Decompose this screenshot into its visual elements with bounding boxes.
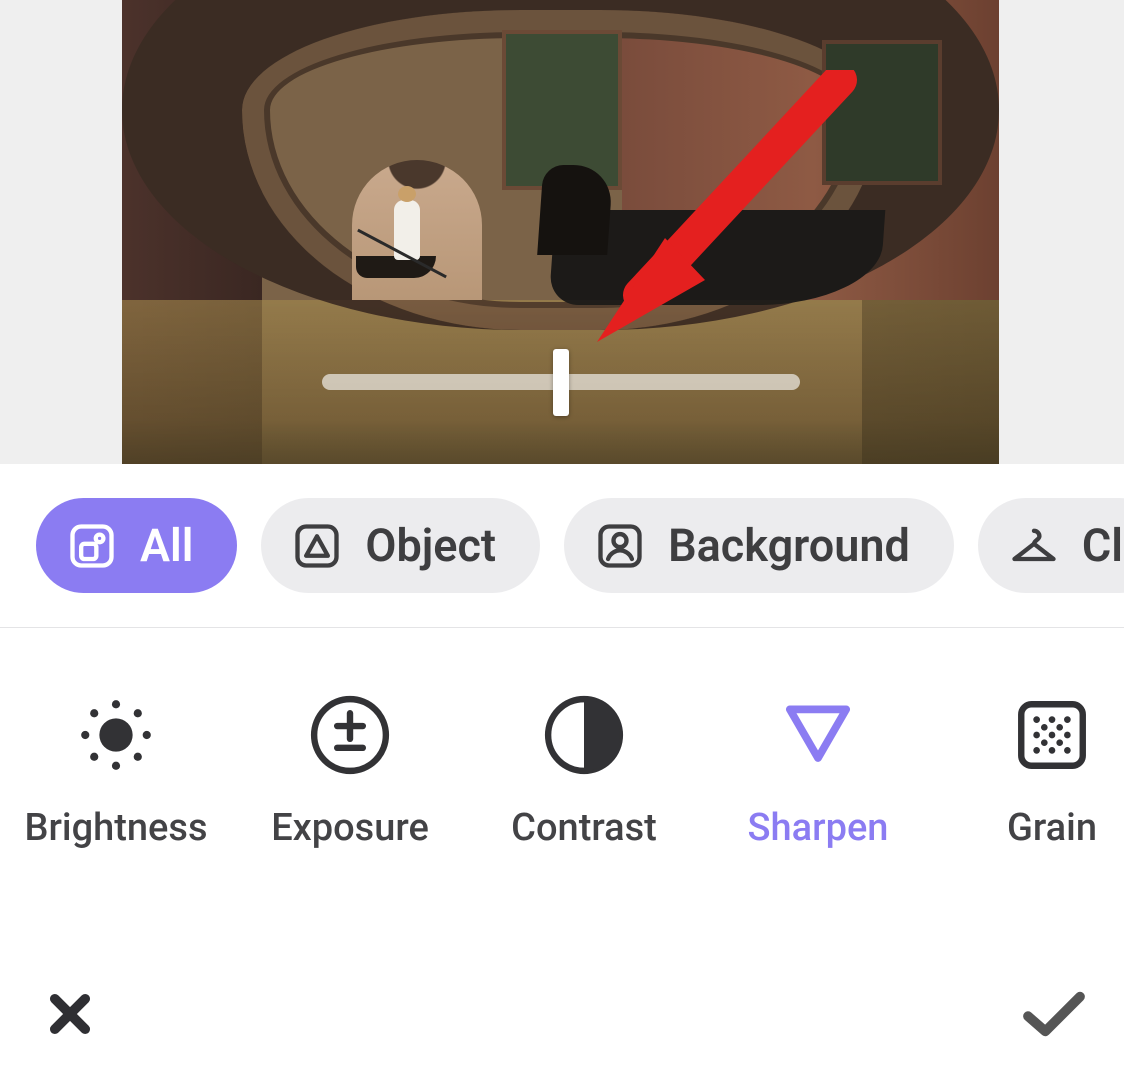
adjust-tools: Brightness Exposure Contrast [0,628,1124,850]
cancel-button[interactable] [42,988,98,1044]
tab-label: Background [668,519,910,572]
exposure-icon [309,694,391,776]
segment-tabs: All Object Background [0,464,1124,628]
sharpen-icon [777,694,859,776]
hanger-icon [1008,520,1060,572]
image-preview [0,0,1124,464]
crop-shape-icon [66,520,118,572]
tab-all[interactable]: All [36,498,237,593]
object-delta-icon [291,520,343,572]
tool-grain[interactable]: Grain [950,694,1124,850]
gondola [549,210,886,305]
tool-sharpen[interactable]: Sharpen [716,694,920,850]
person-icon [594,520,646,572]
tool-label: Sharpen [748,806,889,850]
close-icon [44,988,96,1044]
tool-contrast[interactable]: Contrast [482,694,686,850]
tool-label: Exposure [271,806,429,850]
contrast-icon [543,694,625,776]
confirm-button[interactable] [1026,988,1082,1044]
tab-background[interactable]: Background [564,498,954,593]
tab-label: Cl [1082,519,1123,572]
check-icon [1020,988,1088,1044]
green-window-right [822,40,942,185]
photo-editor: All Object Background [0,0,1124,1076]
tool-label: Grain [1007,806,1097,850]
tool-label: Contrast [511,806,657,850]
tab-object[interactable]: Object [261,498,540,593]
brightness-icon [75,694,157,776]
tab-label: All [140,519,193,572]
tab-clothes[interactable]: Cl [978,498,1124,593]
tool-brightness[interactable]: Brightness [14,694,218,850]
footer-actions [0,988,1124,1044]
tab-label: Object [365,519,496,572]
adjust-slider-thumb[interactable] [553,349,569,416]
tool-exposure[interactable]: Exposure [248,694,452,850]
tool-label: Brightness [24,806,207,850]
grain-icon [1011,694,1093,776]
